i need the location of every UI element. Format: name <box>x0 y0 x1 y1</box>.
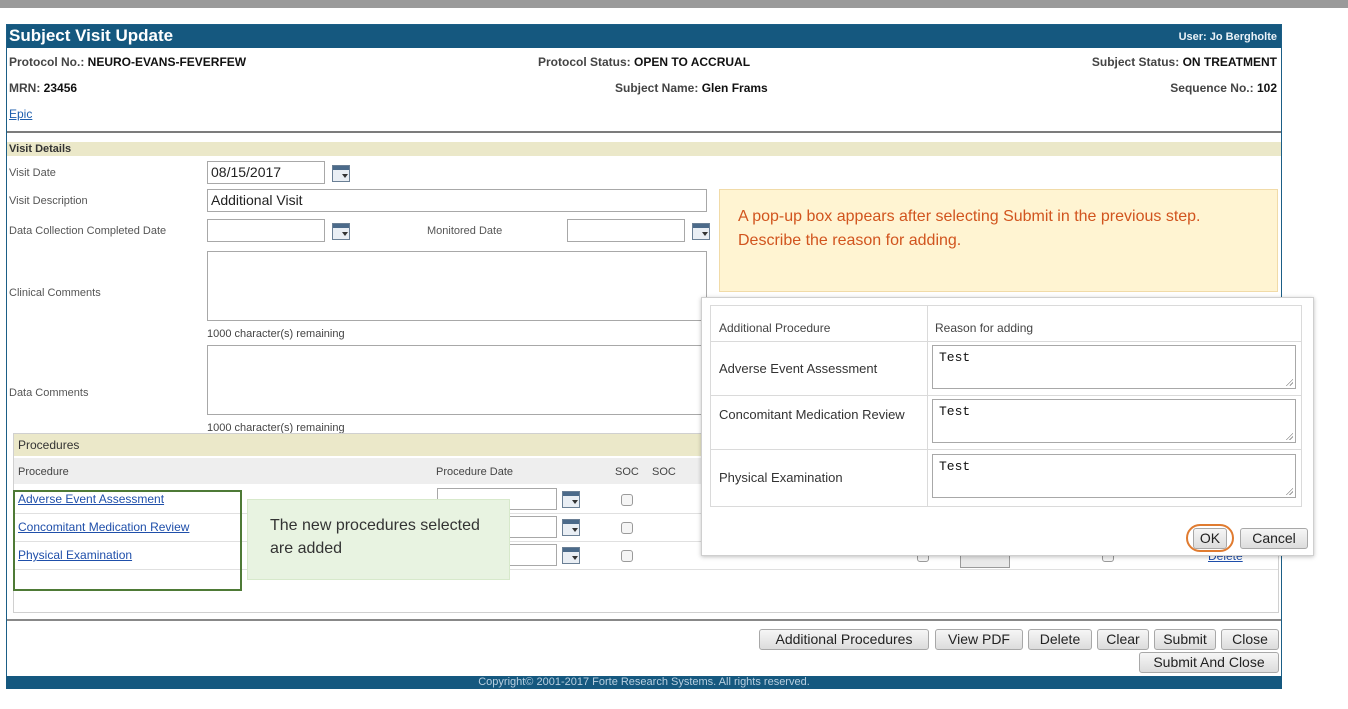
user-label: User: Jo Bergholte <box>1178 31 1277 43</box>
clinical-comments-textarea[interactable] <box>207 251 707 321</box>
col-soc-2: SOC <box>652 466 676 478</box>
resize-grip-icon[interactable] <box>1285 432 1293 440</box>
reason-textarea[interactable]: Test <box>932 345 1296 389</box>
popup-procedure-name: Adverse Event Assessment <box>719 361 878 376</box>
data-collection-label: Data Collection Completed Date <box>9 225 167 237</box>
data-collection-calendar-icon[interactable] <box>332 223 350 240</box>
procedure-date-calendar-icon[interactable] <box>562 547 580 564</box>
monitored-date-input[interactable] <box>567 219 685 242</box>
visit-details-bar: Visit Details <box>7 142 1281 156</box>
table-row: Concomitant Medication Review Test <box>711 396 1301 450</box>
top-divider <box>0 0 1348 8</box>
col-procedure-date: Procedure Date <box>436 466 514 478</box>
subject-name: Subject Name: Glen Frams <box>615 81 768 95</box>
clear-button[interactable]: Clear <box>1097 629 1149 650</box>
procedure-date-calendar-icon[interactable] <box>562 519 580 536</box>
procedure-date-calendar-icon[interactable] <box>562 491 580 508</box>
protocol-no: Protocol No.: NEURO-EVANS-FEVERFEW <box>9 55 247 69</box>
popup-procedure-name: Physical Examination <box>719 470 843 485</box>
reason-table-header: Additional Procedure Reason for adding <box>711 306 1301 342</box>
monitored-date-calendar-icon[interactable] <box>692 223 710 240</box>
mrn: MRN: 23456 <box>9 81 78 95</box>
col-soc: SOC <box>615 466 639 478</box>
sequence-no: Sequence No.: 102 <box>1170 81 1277 95</box>
soc-checkbox[interactable] <box>621 522 633 534</box>
visit-date-label: Visit Date <box>9 167 56 179</box>
popup-procedure-name: Concomitant Medication Review <box>719 407 905 422</box>
added-procedures-callout: The new procedures selected are added <box>247 499 510 580</box>
soc-checkbox[interactable] <box>621 494 633 506</box>
submit-and-close-button[interactable]: Submit And Close <box>1139 652 1279 673</box>
epic-link[interactable]: Epic <box>9 107 32 121</box>
page-title: Subject Visit Update <box>9 26 174 45</box>
table-row: Adverse Event Assessment Test <box>711 342 1301 396</box>
data-comments-textarea[interactable] <box>207 345 707 415</box>
header-divider <box>7 131 1281 133</box>
added-procedures-text: The new procedures selected are added <box>270 517 480 557</box>
footer-divider <box>7 619 1281 621</box>
popup-instruction-text: A pop-up box appears after selecting Sub… <box>738 208 1201 249</box>
monitored-date-label: Monitored Date <box>427 225 503 237</box>
new-procedures-highlight <box>13 490 242 591</box>
resize-grip-icon[interactable] <box>1285 487 1293 495</box>
resize-grip-icon[interactable] <box>1285 378 1293 386</box>
reason-table: Additional Procedure Reason for adding A… <box>710 305 1302 507</box>
popup-instruction-callout: A pop-up box appears after selecting Sub… <box>719 189 1278 292</box>
data-comments-label: Data Comments <box>9 387 89 399</box>
delete-button[interactable]: Delete <box>1028 629 1092 650</box>
data-collection-input[interactable] <box>207 219 325 242</box>
soc-checkbox[interactable] <box>621 550 633 562</box>
close-button[interactable]: Close <box>1221 629 1279 650</box>
submit-button[interactable]: Submit <box>1154 629 1216 650</box>
cancel-button[interactable]: Cancel <box>1240 528 1308 549</box>
visit-details-title: Visit Details <box>9 143 72 155</box>
table-row: Physical Examination Test <box>711 450 1301 506</box>
reason-textarea[interactable]: Test <box>932 454 1296 498</box>
procedures-title: Procedures <box>18 438 80 452</box>
visit-description-label: Visit Description <box>9 195 88 207</box>
clinical-comments-label: Clinical Comments <box>9 287 101 299</box>
col-reason: Reason for adding <box>935 321 1034 335</box>
clinical-remaining: 1000 character(s) remaining <box>207 328 345 340</box>
visit-description-input[interactable]: Additional Visit <box>207 189 707 212</box>
additional-procedures-button[interactable]: Additional Procedures <box>759 629 929 650</box>
subject-status: Subject Status: ON TREATMENT <box>1091 55 1277 69</box>
view-pdf-button[interactable]: View PDF <box>935 629 1023 650</box>
reason-for-adding-dialog: Additional Procedure Reason for adding A… <box>701 297 1314 556</box>
copyright-bar: Copyright© 2001-2017 Forte Research Syst… <box>6 676 1282 689</box>
visit-date-calendar-icon[interactable] <box>332 165 350 182</box>
visit-date-input[interactable]: 08/15/2017 <box>207 161 325 184</box>
title-bar: Subject Visit Update User: Jo Bergholte <box>7 25 1281 48</box>
protocol-status: Protocol Status: OPEN TO ACCRUAL <box>538 55 751 69</box>
col-additional-procedure: Additional Procedure <box>719 321 831 335</box>
ok-highlight-ring <box>1186 524 1234 552</box>
reason-textarea[interactable]: Test <box>932 399 1296 443</box>
col-procedure: Procedure <box>18 466 69 478</box>
